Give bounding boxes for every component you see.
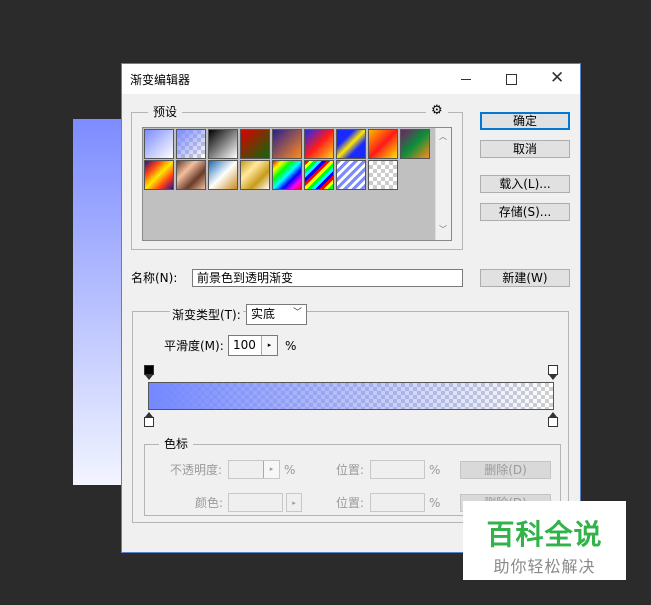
scroll-down-icon[interactable]: ﹀ [439,224,447,235]
opacity-input[interactable]: ▸ [228,460,280,479]
preset-swatch[interactable] [176,160,206,190]
color-stop-left[interactable] [144,412,154,428]
minimize-icon [461,79,471,80]
preset-swatch[interactable] [208,160,238,190]
color-stops-label: 色标 [159,437,194,451]
smoothness-value: 100 [233,338,256,352]
preset-swatch[interactable] [336,160,366,190]
preset-swatch-grid: ︿ ﹀ [142,127,452,241]
color-stop-swatch [144,417,154,427]
gradient-preview-bar[interactable] [148,382,554,410]
preset-swatch[interactable] [144,129,174,159]
preset-swatch[interactable] [176,129,206,159]
gradient-editor-dialog: 渐变编辑器 ✕ 预设 ⚙ ︿ ﹀ 确定 取消 载入(L)... 存储(S)... [121,63,581,553]
opacity-location-label: 位置: [336,463,365,477]
preset-swatch[interactable] [208,129,238,159]
opacity-stop-swatch [548,365,558,375]
close-button[interactable]: ✕ [538,67,578,91]
opacity-label: 不透明度: [170,463,223,477]
color-label: 颜色: [195,496,224,510]
color-arrow-icon[interactable]: ▸ [286,493,302,512]
preset-swatch[interactable] [368,129,398,159]
opacity-stop-pointer [549,375,557,380]
opacity-stop-pointer [145,375,153,380]
title-bar: 渐变编辑器 ✕ [122,64,580,94]
smoothness-input[interactable]: 100 ▸ [228,335,278,356]
load-button[interactable]: 载入(L)... [480,175,570,193]
smoothness-label: 平滑度(M): [164,339,224,353]
color-location-input[interactable] [370,493,425,512]
maximize-button[interactable] [492,67,532,91]
preset-swatch[interactable] [240,129,270,159]
close-icon: ✕ [550,68,565,88]
color-swatch-field[interactable] [228,493,283,512]
watermark-logo: 百科全说 助你轻松解决 [463,501,626,580]
color-location-label: 位置: [336,496,365,510]
opacity-unit: % [284,463,296,477]
smoothness-unit: % [285,339,297,353]
cancel-button[interactable]: 取消 [480,140,570,158]
delete-opacity-stop-button[interactable]: 删除(D) [460,461,551,479]
opacity-location-unit: % [429,463,441,477]
maximize-icon [506,74,517,85]
preset-swatch[interactable] [304,160,334,190]
save-button[interactable]: 存储(S)... [480,203,570,221]
preset-swatch[interactable] [336,129,366,159]
gradient-type-value: 实底 [251,307,276,321]
gear-icon[interactable]: ⚙ [426,104,448,118]
preset-swatch[interactable] [368,160,398,190]
preset-swatch[interactable] [144,160,174,190]
stepper-arrow-icon[interactable]: ▸ [263,461,279,478]
new-button[interactable]: 新建(W) [480,269,570,287]
watermark-main-text: 百科全说 [486,518,603,551]
opacity-location-input[interactable] [370,460,425,479]
chevron-down-icon: ﹀ [292,308,302,318]
name-input[interactable]: 前景色到透明渐变 [192,269,463,287]
scroll-up-icon[interactable]: ︿ [439,131,447,142]
opacity-stop-swatch [144,365,154,375]
gradient-type-select[interactable]: 实底 ﹀ [246,304,307,325]
color-location-unit: % [429,496,441,510]
gradient-type-label: 渐变类型(T): [170,308,243,322]
watermark-sub-text: 助你轻松解决 [493,557,596,576]
window-title: 渐变编辑器 [130,73,191,87]
name-label: 名称(N): [131,271,178,285]
presets-label: 预设 [148,105,183,119]
color-stop-swatch [548,417,558,427]
preset-scrollbar[interactable]: ︿ ﹀ [435,128,451,240]
preset-swatch[interactable] [400,129,430,159]
stepper-arrow-icon[interactable]: ▸ [261,336,277,355]
preset-swatch[interactable] [272,160,302,190]
preset-swatch[interactable] [240,160,270,190]
opacity-stop-left[interactable] [144,365,154,381]
preset-swatch[interactable] [304,129,334,159]
color-stop-right[interactable] [548,412,558,428]
preset-swatch[interactable] [272,129,302,159]
ok-button[interactable]: 确定 [480,112,570,130]
opacity-stop-right[interactable] [548,365,558,381]
minimize-button[interactable] [446,67,486,91]
